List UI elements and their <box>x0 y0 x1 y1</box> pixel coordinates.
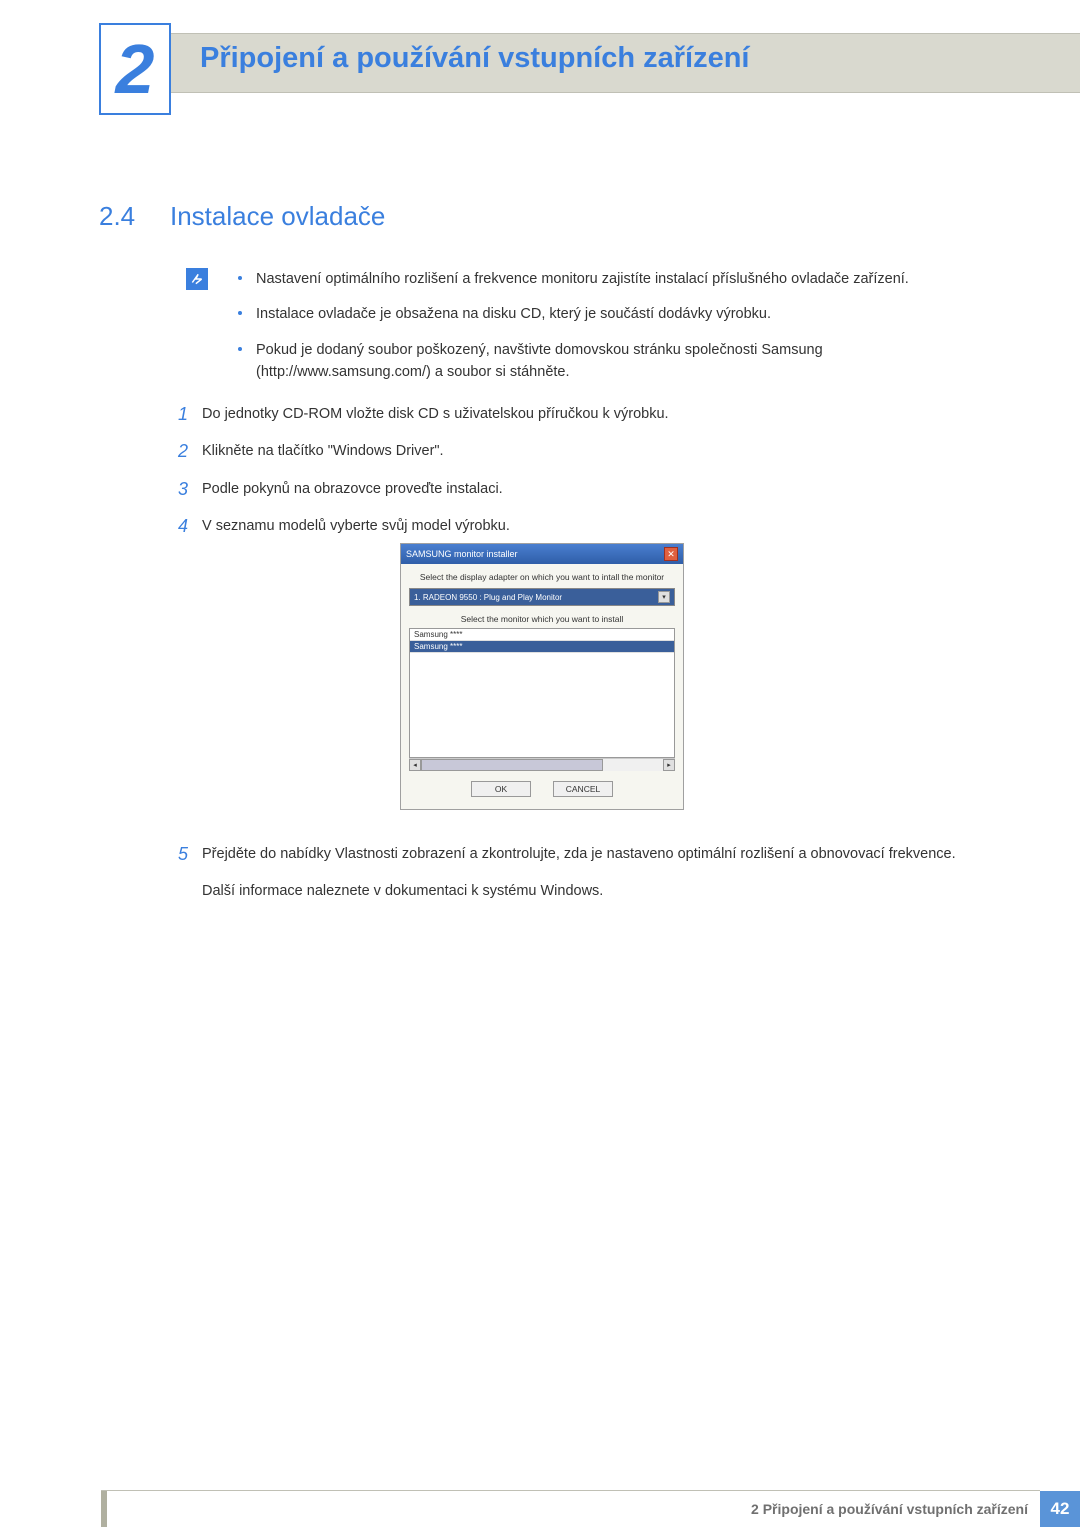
monitor-label: Select the monitor which you want to ins… <box>409 614 675 624</box>
section-number: 2.4 <box>99 201 135 232</box>
scroll-left-icon[interactable]: ◂ <box>409 759 421 771</box>
adapter-label: Select the display adapter on which you … <box>409 572 675 582</box>
list-item[interactable]: Samsung **** <box>410 641 674 653</box>
cancel-button[interactable]: CANCEL <box>553 781 613 797</box>
note-item: Nastavení optimálního rozlišení a frekve… <box>238 268 958 290</box>
step-text: V seznamu modelů vyberte svůj model výro… <box>202 515 510 538</box>
step-item: 3 Podle pokynů na obrazovce proveďte ins… <box>178 478 958 501</box>
note-item: Instalace ovladače je obsažena na disku … <box>238 303 958 325</box>
step-text: Podle pokynů na obrazovce proveďte insta… <box>202 478 503 501</box>
note-list: Nastavení optimálního rozlišení a frekve… <box>238 268 958 397</box>
monitor-list[interactable]: Samsung **** Samsung **** <box>409 628 675 758</box>
page-number: 42 <box>1040 1491 1080 1527</box>
list-item[interactable]: Samsung **** <box>410 629 674 641</box>
step-text: Do jednotky CD-ROM vložte disk CD s uživ… <box>202 403 669 426</box>
note-text: Nastavení optimálního rozlišení a frekve… <box>256 271 909 287</box>
step-number: 5 <box>178 843 202 866</box>
scroll-thumb[interactable] <box>421 759 603 771</box>
chapter-number: 2 <box>116 34 155 104</box>
step-number: 3 <box>178 478 202 501</box>
adapter-dropdown[interactable]: 1. RADEON 9550 : Plug and Play Monitor ▾ <box>409 588 675 606</box>
horizontal-scrollbar[interactable]: ◂ ▸ <box>409 758 675 771</box>
step-item: 4 V seznamu modelů vyberte svůj model vý… <box>178 515 958 538</box>
step-number: 2 <box>178 440 202 463</box>
chapter-number-box: 2 <box>99 23 171 115</box>
step-text: Klikněte na tlačítko "Windows Driver". <box>202 440 444 463</box>
step-item: 5 Přejděte do nabídky Vlastnosti zobraze… <box>178 843 958 918</box>
scroll-right-icon[interactable]: ▸ <box>663 759 675 771</box>
dialog-buttons: OK CANCEL <box>409 771 675 801</box>
footer: 2 Připojení a používání vstupních zaříze… <box>0 1491 1080 1527</box>
chapter-title: Připojení a používání vstupních zařízení <box>200 42 750 75</box>
step-text: Další informace naleznete v dokumentaci … <box>202 880 603 903</box>
dialog-title: SAMSUNG monitor installer <box>406 549 518 559</box>
adapter-value: 1. RADEON 9550 : Plug and Play Monitor <box>414 593 562 602</box>
scroll-track[interactable] <box>421 759 663 771</box>
note-text: Pokud je dodaný soubor poškozený, navšti… <box>256 342 823 380</box>
section-title: Instalace ovladače <box>170 201 385 232</box>
installer-dialog: SAMSUNG monitor installer ✕ Select the d… <box>400 543 684 810</box>
step-number: 4 <box>178 515 202 538</box>
note-text: Instalace ovladače je obsažena na disku … <box>256 306 771 322</box>
step-number: 1 <box>178 403 202 426</box>
step-item: 2 Klikněte na tlačítko "Windows Driver". <box>178 440 958 463</box>
chevron-down-icon[interactable]: ▾ <box>658 591 670 603</box>
step-text: Přejděte do nabídky Vlastnosti zobrazení… <box>202 843 956 866</box>
footer-text: 2 Připojení a používání vstupních zaříze… <box>751 1501 1028 1517</box>
ok-button[interactable]: OK <box>471 781 531 797</box>
dialog-body: Select the display adapter on which you … <box>401 564 683 809</box>
step-item: 1 Do jednotky CD-ROM vložte disk CD s už… <box>178 403 958 426</box>
note-item: Pokud je dodaný soubor poškozený, navšti… <box>238 339 958 384</box>
dialog-titlebar: SAMSUNG monitor installer ✕ <box>401 544 683 564</box>
steps-list: 1 Do jednotky CD-ROM vložte disk CD s už… <box>178 403 958 553</box>
close-icon[interactable]: ✕ <box>664 547 678 561</box>
note-icon <box>186 268 208 290</box>
